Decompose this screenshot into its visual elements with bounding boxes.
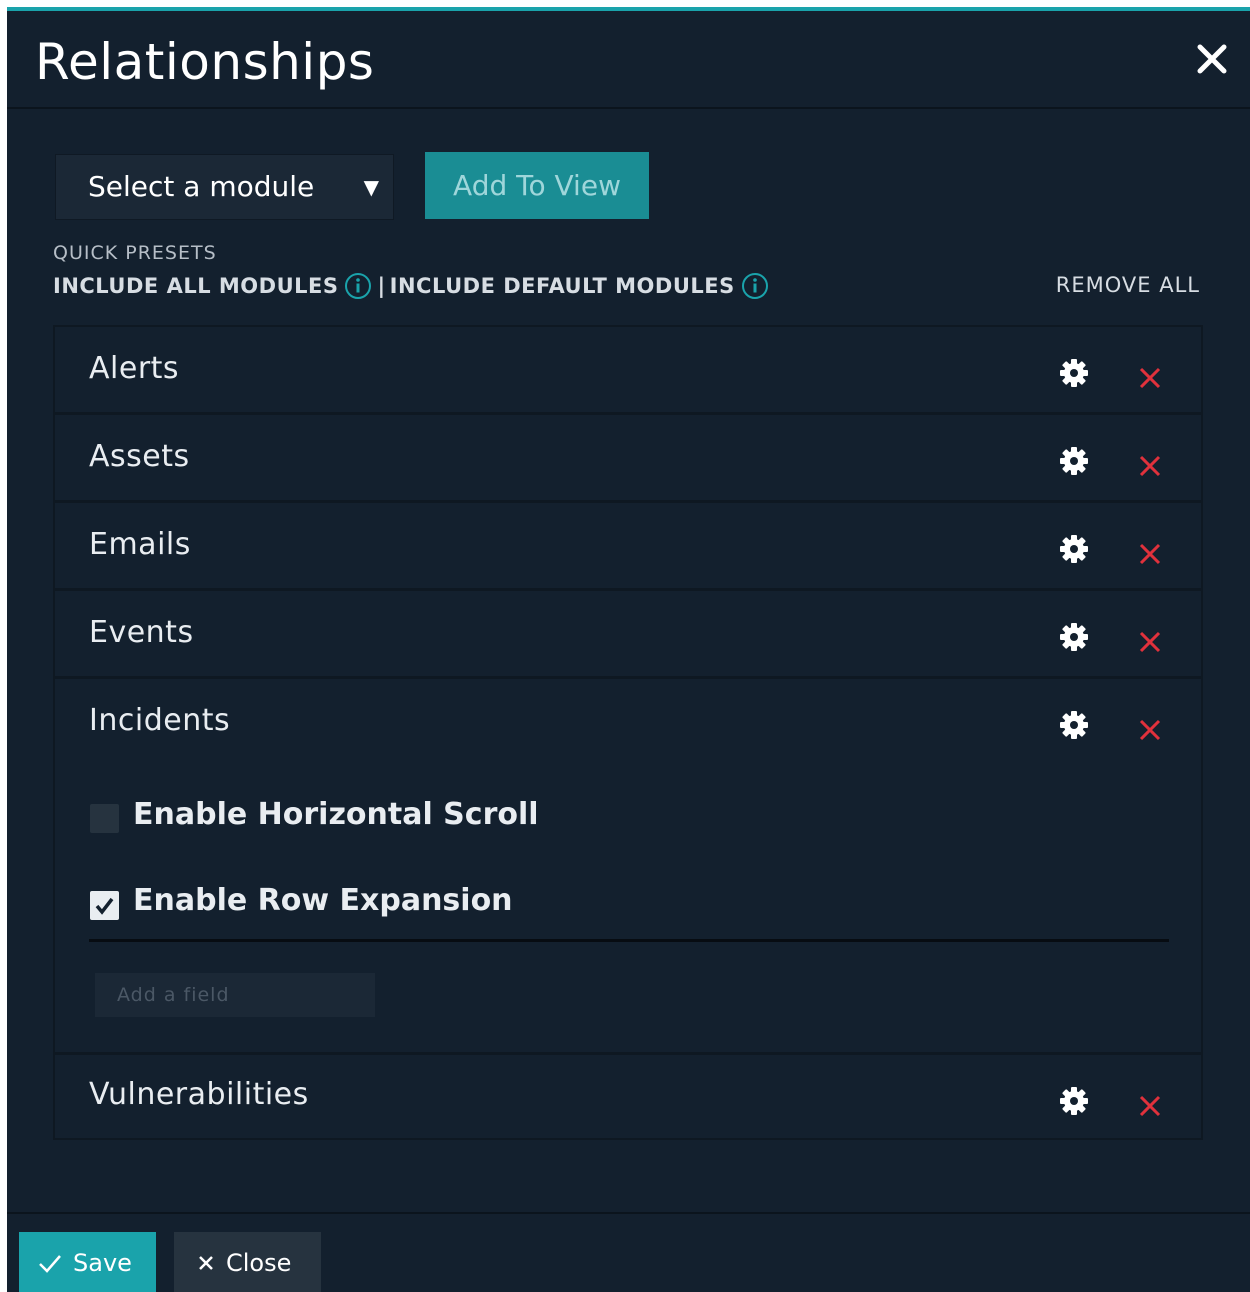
add-to-view-button[interactable]: Add To View xyxy=(425,152,649,219)
module-label: Incidents xyxy=(89,703,231,738)
checkmark-icon xyxy=(39,1254,61,1273)
close-label: Close xyxy=(226,1248,292,1277)
module-label: Assets xyxy=(89,439,190,474)
module-row-vulnerabilities: Vulnerabilities xyxy=(55,1055,1201,1140)
module-select-value: Select a module xyxy=(88,170,315,203)
horizontal-scroll-label: Enable Horizontal Scroll xyxy=(133,797,539,832)
module-row-events: Events xyxy=(55,591,1201,679)
dialog-footer: Save Close xyxy=(7,1212,1250,1292)
delete-icon[interactable] xyxy=(1137,717,1163,743)
quick-presets-label: QUICK PRESETS xyxy=(53,242,217,264)
add-field-input[interactable] xyxy=(95,973,375,1017)
delete-icon[interactable] xyxy=(1137,541,1163,567)
horizontal-scroll-checkbox[interactable] xyxy=(90,804,119,833)
delete-icon[interactable] xyxy=(1137,453,1163,479)
caret-down-icon: ▼ xyxy=(363,175,379,199)
remove-all-link[interactable]: REMOVE ALL xyxy=(1056,273,1200,297)
close-icon xyxy=(199,1255,213,1270)
delete-icon[interactable] xyxy=(1137,629,1163,655)
info-icon[interactable] xyxy=(344,272,372,300)
dialog-title: Relationships xyxy=(35,33,375,91)
gear-icon[interactable] xyxy=(1058,357,1090,389)
gear-icon[interactable] xyxy=(1058,621,1090,653)
options-divider xyxy=(89,939,1169,942)
module-row-incidents: Incidents Enable Horizontal Scroll Enabl… xyxy=(55,679,1201,1055)
module-row-alerts: Alerts xyxy=(55,327,1201,415)
module-label: Events xyxy=(89,615,194,650)
checkmark-icon xyxy=(95,897,114,915)
delete-icon[interactable] xyxy=(1137,365,1163,391)
include-default-modules-link[interactable]: INCLUDE DEFAULT MODULES xyxy=(390,274,735,298)
preset-separator: | xyxy=(377,274,386,298)
dialog-header: Relationships xyxy=(7,11,1250,109)
save-label: Save xyxy=(73,1248,132,1277)
module-row-assets: Assets xyxy=(55,415,1201,503)
relationships-dialog: Relationships Select a module ▼ Add To V… xyxy=(7,7,1250,1292)
module-row-emails: Emails xyxy=(55,503,1201,591)
delete-icon[interactable] xyxy=(1137,1093,1163,1119)
row-expansion-checkbox[interactable] xyxy=(90,891,119,920)
module-label: Emails xyxy=(89,527,191,562)
close-icon[interactable] xyxy=(1192,39,1232,79)
include-all-modules-link[interactable]: INCLUDE ALL MODULES xyxy=(53,274,338,298)
info-icon[interactable] xyxy=(741,272,769,300)
module-select[interactable]: Select a module ▼ xyxy=(55,154,394,220)
close-button[interactable]: Close xyxy=(174,1232,321,1292)
modules-list: Alerts Assets Emails Events Incidents En… xyxy=(53,325,1203,1140)
gear-icon[interactable] xyxy=(1058,709,1090,741)
module-label: Vulnerabilities xyxy=(89,1077,309,1112)
module-label: Alerts xyxy=(89,351,180,386)
row-expansion-label: Enable Row Expansion xyxy=(133,883,513,918)
gear-icon[interactable] xyxy=(1058,445,1090,477)
gear-icon[interactable] xyxy=(1058,533,1090,565)
quick-presets-row: INCLUDE ALL MODULES | INCLUDE DEFAULT MO… xyxy=(53,271,772,301)
gear-icon[interactable] xyxy=(1058,1085,1090,1117)
save-button[interactable]: Save xyxy=(19,1232,156,1292)
